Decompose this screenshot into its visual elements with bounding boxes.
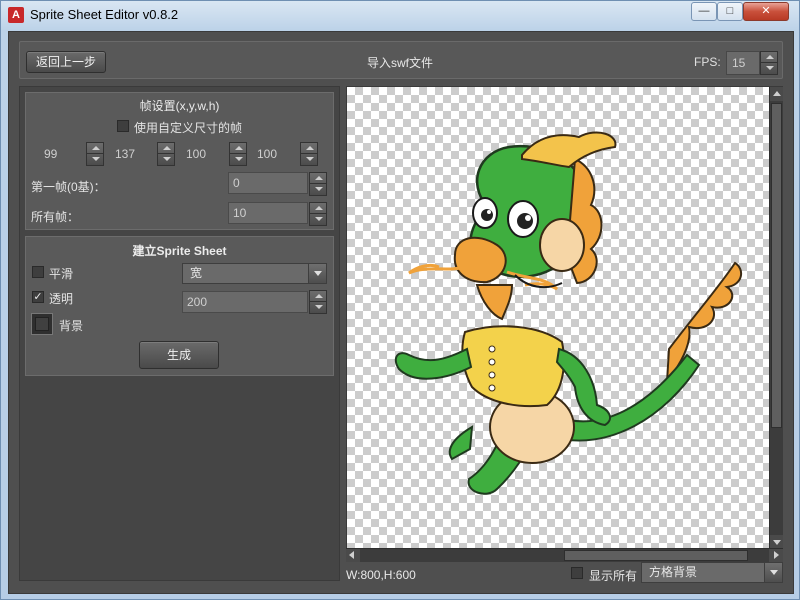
down-arrow-icon[interactable] (310, 184, 326, 195)
first-frame-input[interactable]: 0 (228, 172, 308, 194)
window-title: Sprite Sheet Editor v0.8.2 (30, 7, 179, 22)
fps-input[interactable]: 15 (726, 51, 760, 75)
horizontal-scroll-thumb[interactable] (564, 550, 748, 561)
chevron-down-icon[interactable] (764, 563, 782, 582)
custom-size-checkbox[interactable] (117, 120, 129, 132)
up-arrow-icon[interactable] (230, 143, 246, 154)
sprite-sheet-group: 建立Sprite Sheet 平滑 宽 ✓ 透明 200 背景 生成 (25, 236, 334, 376)
frame-h-stepper[interactable] (300, 142, 318, 166)
fps-up-arrow-icon[interactable] (761, 52, 777, 63)
back-button[interactable]: 返回上一步 (26, 51, 106, 73)
title-bar[interactable]: A Sprite Sheet Editor v0.8.2 — □ ✕ (1, 1, 799, 29)
frame-settings-title: 帧设置(x,y,w,h) (139, 99, 220, 113)
generate-button[interactable]: 生成 (139, 341, 219, 369)
transparent-checkbox[interactable]: ✓ (32, 291, 44, 303)
fps-down-arrow-icon[interactable] (761, 63, 777, 74)
background-color-swatch[interactable] (31, 313, 53, 335)
down-arrow-icon[interactable] (230, 154, 246, 165)
fps-stepper[interactable] (760, 51, 778, 75)
background-label: 背景 (59, 319, 84, 333)
close-button[interactable]: ✕ (743, 2, 789, 21)
all-frames-input[interactable]: 10 (228, 202, 308, 224)
frame-h-value[interactable]: 100 (257, 147, 277, 161)
show-all-checkbox[interactable] (571, 567, 583, 579)
down-arrow-icon[interactable] (301, 154, 317, 165)
vertical-scroll-thumb[interactable] (771, 103, 782, 428)
frame-w-value[interactable]: 100 (186, 147, 206, 161)
all-frames-stepper[interactable] (309, 202, 327, 226)
up-arrow-icon[interactable] (158, 143, 174, 154)
first-frame-stepper[interactable] (309, 172, 327, 196)
custom-size-label: 使用自定义尺寸的帧 (134, 121, 243, 135)
settings-panel: 帧设置(x,y,w,h) 使用自定义尺寸的帧 99 137 100 100 第一… (19, 86, 340, 581)
all-frames-label: 所有帧： (31, 210, 80, 224)
up-arrow-icon[interactable] (301, 143, 317, 154)
down-arrow-icon[interactable] (158, 154, 174, 165)
smooth-label: 平滑 (49, 267, 74, 281)
sprite-sheet-title: 建立Sprite Sheet (132, 244, 227, 258)
app-window: A Sprite Sheet Editor v0.8.2 — □ ✕ 返回上一步… (0, 0, 800, 600)
first-frame-label: 第一帧(0基)： (31, 180, 106, 194)
layout-select[interactable]: 宽 (182, 263, 327, 284)
frame-x-stepper[interactable] (86, 142, 104, 166)
frame-settings-group: 帧设置(x,y,w,h) 使用自定义尺寸的帧 99 137 100 100 第一… (25, 92, 334, 230)
frame-y-value[interactable]: 137 (115, 147, 135, 161)
scroll-left-arrow-icon[interactable] (346, 549, 360, 562)
preview-canvas[interactable] (346, 86, 783, 550)
sheet-width-stepper[interactable] (309, 290, 327, 314)
chevron-down-icon[interactable] (308, 264, 326, 283)
down-arrow-icon[interactable] (87, 154, 103, 165)
up-arrow-icon[interactable] (87, 143, 103, 154)
down-arrow-icon[interactable] (310, 302, 326, 313)
up-arrow-icon[interactable] (310, 291, 326, 302)
top-toolbar: 返回上一步 导入swf文件 FPS: 15 (19, 41, 783, 79)
frame-w-stepper[interactable] (229, 142, 247, 166)
frame-x-value[interactable]: 99 (44, 147, 57, 161)
scroll-down-arrow-icon[interactable] (770, 535, 783, 549)
background-mode-value: 方格背景 (649, 565, 698, 579)
scroll-right-arrow-icon[interactable] (769, 549, 783, 562)
maximize-button[interactable]: □ (717, 2, 743, 21)
minimize-button[interactable]: — (691, 2, 717, 21)
show-all-label: 显示所有 (589, 569, 638, 583)
scroll-up-arrow-icon[interactable] (770, 87, 783, 101)
horizontal-scrollbar[interactable] (346, 548, 783, 562)
vertical-scrollbar[interactable] (769, 87, 783, 549)
canvas-size-readout: W:800,H:600 (346, 568, 416, 582)
frame-y-stepper[interactable] (157, 142, 175, 166)
background-mode-select[interactable]: 方格背景 (641, 562, 783, 583)
dragon-sprite-image (394, 131, 743, 495)
layout-select-value: 宽 (190, 266, 203, 280)
app-icon: A (8, 7, 24, 23)
transparent-label: 透明 (49, 292, 74, 306)
sheet-width-input[interactable]: 200 (182, 291, 308, 313)
client-area: 返回上一步 导入swf文件 FPS: 15 帧设置(x,y,w,h) 使用自定义… (8, 31, 794, 594)
down-arrow-icon[interactable] (310, 214, 326, 225)
up-arrow-icon[interactable] (310, 173, 326, 184)
up-arrow-icon[interactable] (310, 203, 326, 214)
import-swf-link[interactable]: 导入swf文件 (340, 54, 460, 71)
smooth-checkbox[interactable] (32, 266, 44, 278)
fps-label: FPS: (694, 55, 721, 69)
